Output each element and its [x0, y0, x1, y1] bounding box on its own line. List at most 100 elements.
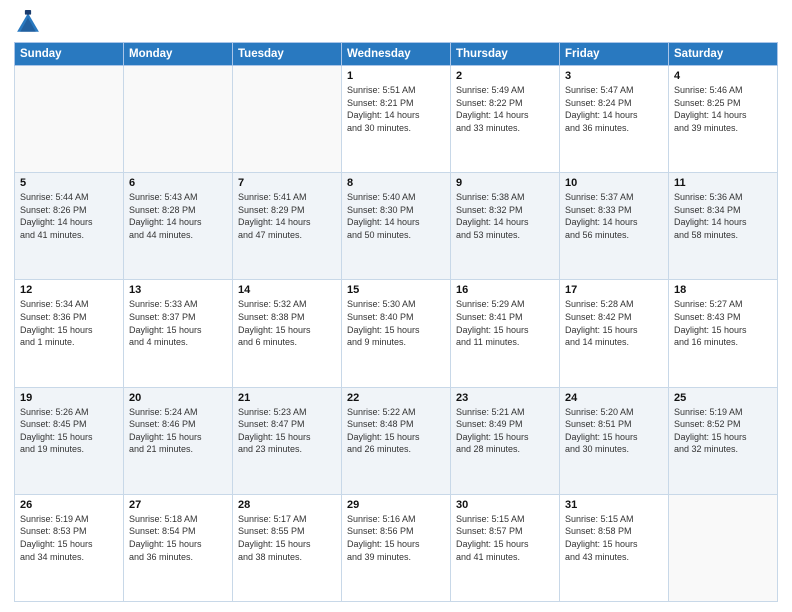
day-number: 20	[129, 392, 227, 404]
calendar-cell: 29 Sunrise: 5:16 AM Sunset: 8:56 PM Dayli…	[342, 494, 451, 601]
day-number: 26	[20, 499, 118, 511]
calendar-week-row: 5 Sunrise: 5:44 AM Sunset: 8:26 PM Daylig…	[15, 173, 778, 280]
day-number: 13	[129, 284, 227, 296]
calendar-cell: 11Sunrise: 5:36 AM Sunset: 8:34 PM Dayli…	[669, 173, 778, 280]
day-info: Sunrise: 5:28 AM Sunset: 8:42 PM Dayligh…	[565, 298, 663, 348]
calendar-cell: 21 Sunrise: 5:23 AM Sunset: 8:47 PM Dayli…	[233, 387, 342, 494]
weekday-header-sunday: Sunday	[15, 43, 124, 66]
day-info: Sunrise: 5:24 AM Sunset: 8:46 PM Dayligh…	[129, 406, 227, 456]
calendar-cell: 9 Sunrise: 5:38 AM Sunset: 8:32 PM Daylig…	[451, 173, 560, 280]
calendar-cell: 14 Sunrise: 5:32 AM Sunset: 8:38 PM Dayli…	[233, 280, 342, 387]
day-number: 28	[238, 499, 336, 511]
day-number: 27	[129, 499, 227, 511]
day-number: 9	[456, 177, 554, 189]
day-number: 29	[347, 499, 445, 511]
calendar-cell: 10 Sunrise: 5:37 AM Sunset: 8:33 PM Dayli…	[560, 173, 669, 280]
day-info: Sunrise: 5:38 AM Sunset: 8:32 PM Dayligh…	[456, 191, 554, 241]
calendar-cell: 27 Sunrise: 5:18 AM Sunset: 8:54 PM Dayli…	[124, 494, 233, 601]
weekday-header-thursday: Thursday	[451, 43, 560, 66]
calendar-table: SundayMondayTuesdayWednesdayThursdayFrid…	[14, 42, 778, 602]
calendar-cell: 25Sunrise: 5:19 AM Sunset: 8:52 PM Dayli…	[669, 387, 778, 494]
day-number: 7	[238, 177, 336, 189]
day-info: Sunrise: 5:20 AM Sunset: 8:51 PM Dayligh…	[565, 406, 663, 456]
day-number: 4	[674, 70, 772, 82]
weekday-header-tuesday: Tuesday	[233, 43, 342, 66]
day-number: 2	[456, 70, 554, 82]
calendar-cell: 20 Sunrise: 5:24 AM Sunset: 8:46 PM Dayli…	[124, 387, 233, 494]
calendar-cell	[15, 66, 124, 173]
page: SundayMondayTuesdayWednesdayThursdayFrid…	[0, 0, 792, 612]
day-number: 22	[347, 392, 445, 404]
calendar-cell: 16 Sunrise: 5:29 AM Sunset: 8:41 PM Dayli…	[451, 280, 560, 387]
day-info: Sunrise: 5:51 AM Sunset: 8:21 PM Dayligh…	[347, 84, 445, 134]
day-info: Sunrise: 5:34 AM Sunset: 8:36 PM Dayligh…	[20, 298, 118, 348]
calendar-cell: 6 Sunrise: 5:43 AM Sunset: 8:28 PM Daylig…	[124, 173, 233, 280]
calendar-cell: 28 Sunrise: 5:17 AM Sunset: 8:55 PM Dayli…	[233, 494, 342, 601]
day-info: Sunrise: 5:44 AM Sunset: 8:26 PM Dayligh…	[20, 191, 118, 241]
day-number: 21	[238, 392, 336, 404]
day-info: Sunrise: 5:29 AM Sunset: 8:41 PM Dayligh…	[456, 298, 554, 348]
weekday-header-saturday: Saturday	[669, 43, 778, 66]
day-info: Sunrise: 5:26 AM Sunset: 8:45 PM Dayligh…	[20, 406, 118, 456]
calendar-week-row: 1Sunrise: 5:51 AM Sunset: 8:21 PM Daylig…	[15, 66, 778, 173]
calendar-cell: 8 Sunrise: 5:40 AM Sunset: 8:30 PM Daylig…	[342, 173, 451, 280]
day-number: 15	[347, 284, 445, 296]
header	[14, 10, 778, 38]
day-number: 6	[129, 177, 227, 189]
day-number: 5	[20, 177, 118, 189]
day-info: Sunrise: 5:17 AM Sunset: 8:55 PM Dayligh…	[238, 513, 336, 563]
logo	[14, 10, 46, 38]
day-number: 16	[456, 284, 554, 296]
calendar-cell: 19Sunrise: 5:26 AM Sunset: 8:45 PM Dayli…	[15, 387, 124, 494]
day-number: 18	[674, 284, 772, 296]
day-info: Sunrise: 5:43 AM Sunset: 8:28 PM Dayligh…	[129, 191, 227, 241]
day-info: Sunrise: 5:30 AM Sunset: 8:40 PM Dayligh…	[347, 298, 445, 348]
calendar-week-row: 19Sunrise: 5:26 AM Sunset: 8:45 PM Dayli…	[15, 387, 778, 494]
day-info: Sunrise: 5:15 AM Sunset: 8:58 PM Dayligh…	[565, 513, 663, 563]
day-info: Sunrise: 5:16 AM Sunset: 8:56 PM Dayligh…	[347, 513, 445, 563]
day-info: Sunrise: 5:15 AM Sunset: 8:57 PM Dayligh…	[456, 513, 554, 563]
day-number: 14	[238, 284, 336, 296]
day-info: Sunrise: 5:37 AM Sunset: 8:33 PM Dayligh…	[565, 191, 663, 241]
weekday-header-friday: Friday	[560, 43, 669, 66]
day-number: 24	[565, 392, 663, 404]
calendar-cell: 24 Sunrise: 5:20 AM Sunset: 8:51 PM Dayli…	[560, 387, 669, 494]
day-number: 23	[456, 392, 554, 404]
day-info: Sunrise: 5:23 AM Sunset: 8:47 PM Dayligh…	[238, 406, 336, 456]
day-info: Sunrise: 5:40 AM Sunset: 8:30 PM Dayligh…	[347, 191, 445, 241]
day-number: 3	[565, 70, 663, 82]
calendar-cell: 22 Sunrise: 5:22 AM Sunset: 8:48 PM Dayli…	[342, 387, 451, 494]
calendar-cell: 30 Sunrise: 5:15 AM Sunset: 8:57 PM Dayli…	[451, 494, 560, 601]
calendar-cell: 23 Sunrise: 5:21 AM Sunset: 8:49 PM Dayli…	[451, 387, 560, 494]
day-number: 25	[674, 392, 772, 404]
day-info: Sunrise: 5:41 AM Sunset: 8:29 PM Dayligh…	[238, 191, 336, 241]
day-info: Sunrise: 5:32 AM Sunset: 8:38 PM Dayligh…	[238, 298, 336, 348]
day-number: 17	[565, 284, 663, 296]
day-number: 8	[347, 177, 445, 189]
calendar-cell: 15 Sunrise: 5:30 AM Sunset: 8:40 PM Dayli…	[342, 280, 451, 387]
day-number: 12	[20, 284, 118, 296]
calendar-cell: 2 Sunrise: 5:49 AM Sunset: 8:22 PM Daylig…	[451, 66, 560, 173]
calendar-header-row: SundayMondayTuesdayWednesdayThursdayFrid…	[15, 43, 778, 66]
calendar-week-row: 12 Sunrise: 5:34 AM Sunset: 8:36 PM Dayli…	[15, 280, 778, 387]
day-info: Sunrise: 5:22 AM Sunset: 8:48 PM Dayligh…	[347, 406, 445, 456]
day-info: Sunrise: 5:21 AM Sunset: 8:49 PM Dayligh…	[456, 406, 554, 456]
calendar-cell: 7 Sunrise: 5:41 AM Sunset: 8:29 PM Daylig…	[233, 173, 342, 280]
day-info: Sunrise: 5:27 AM Sunset: 8:43 PM Dayligh…	[674, 298, 772, 348]
calendar-cell: 12 Sunrise: 5:34 AM Sunset: 8:36 PM Dayli…	[15, 280, 124, 387]
calendar-cell	[233, 66, 342, 173]
day-info: Sunrise: 5:18 AM Sunset: 8:54 PM Dayligh…	[129, 513, 227, 563]
day-number: 11	[674, 177, 772, 189]
calendar-cell: 26 Sunrise: 5:19 AM Sunset: 8:53 PM Dayli…	[15, 494, 124, 601]
day-info: Sunrise: 5:19 AM Sunset: 8:53 PM Dayligh…	[20, 513, 118, 563]
day-info: Sunrise: 5:47 AM Sunset: 8:24 PM Dayligh…	[565, 84, 663, 134]
calendar-cell	[669, 494, 778, 601]
calendar-cell: 13Sunrise: 5:33 AM Sunset: 8:37 PM Dayli…	[124, 280, 233, 387]
day-number: 10	[565, 177, 663, 189]
calendar-cell: 3 Sunrise: 5:47 AM Sunset: 8:24 PM Daylig…	[560, 66, 669, 173]
day-info: Sunrise: 5:49 AM Sunset: 8:22 PM Dayligh…	[456, 84, 554, 134]
day-number: 30	[456, 499, 554, 511]
calendar-cell: 1Sunrise: 5:51 AM Sunset: 8:21 PM Daylig…	[342, 66, 451, 173]
calendar-week-row: 26 Sunrise: 5:19 AM Sunset: 8:53 PM Dayli…	[15, 494, 778, 601]
calendar-cell	[124, 66, 233, 173]
